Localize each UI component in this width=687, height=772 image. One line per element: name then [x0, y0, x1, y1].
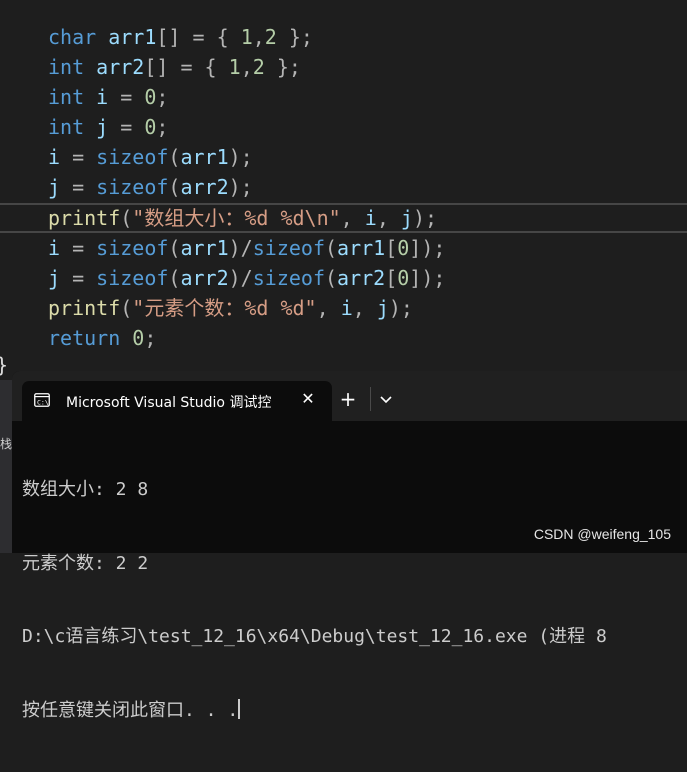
code-line-3: int i = 0; [48, 85, 169, 109]
console-line-1: 数组大小: 2 8 [22, 479, 149, 500]
code-line-7: printf("数组大小：%d %d\n", i, j); [48, 206, 438, 230]
console-line-2: 元素个数: 2 2 [22, 552, 149, 574]
code-line-4: int j = 0; [48, 115, 169, 139]
code-line-1: char arr1[] = { 1,2 }; [48, 25, 313, 49]
console-line-4: 按任意键关闭此窗口. . . [22, 698, 687, 724]
watermark: CSDN @weifeng_105 [533, 526, 671, 542]
text-cursor [238, 698, 241, 719]
code-line-6: j = sizeof(arr2); [48, 175, 253, 199]
code-line-5: i = sizeof(arr1); [48, 145, 253, 169]
terminal-tab-title: Microsoft Visual Studio 调试控 [66, 395, 271, 411]
code-line-2: int arr2[] = { 1,2 }; [48, 55, 301, 79]
console-line-3: D:\c语言练习\test_12_16\x64\Debug\test_12_16… [22, 626, 607, 647]
code-line-10: printf("元素个数：%d %d", i, j); [48, 296, 413, 320]
console-icon: C:\ [34, 393, 50, 407]
code-editor[interactable]: char arr1[] = { 1,2 }; int arr2[] = { 1,… [0, 0, 687, 380]
terminal-tab[interactable]: C:\ Microsoft Visual Studio 调试控 ✕ [22, 381, 332, 421]
code-line-11: return 0; [48, 326, 157, 350]
code-line-8: i = sizeof(arr1)/sizeof(arr1[0]); [48, 236, 446, 260]
close-tab-button[interactable]: ✕ [296, 387, 320, 411]
closing-brace: } [0, 353, 8, 377]
side-panel-fragment: 栈 [0, 437, 13, 451]
console-line-4-text: 按任意键关闭此窗口. . . [22, 699, 239, 721]
terminal-tab-bar: C:\ Microsoft Visual Studio 调试控 ✕ + [12, 371, 687, 421]
chevron-down-icon[interactable] [376, 389, 396, 409]
tab-divider [370, 387, 371, 411]
svg-text:C:\: C:\ [37, 398, 49, 406]
code-line-9: j = sizeof(arr2)/sizeof(arr2[0]); [48, 266, 446, 290]
debug-console-window[interactable]: C:\ Microsoft Visual Studio 调试控 ✕ + 数组大小… [12, 371, 687, 721]
console-output: 数组大小: 2 8 元素个数: 2 2 D:\c语言练习\test_12_16\… [22, 429, 687, 772]
new-tab-button[interactable]: + [336, 387, 360, 411]
